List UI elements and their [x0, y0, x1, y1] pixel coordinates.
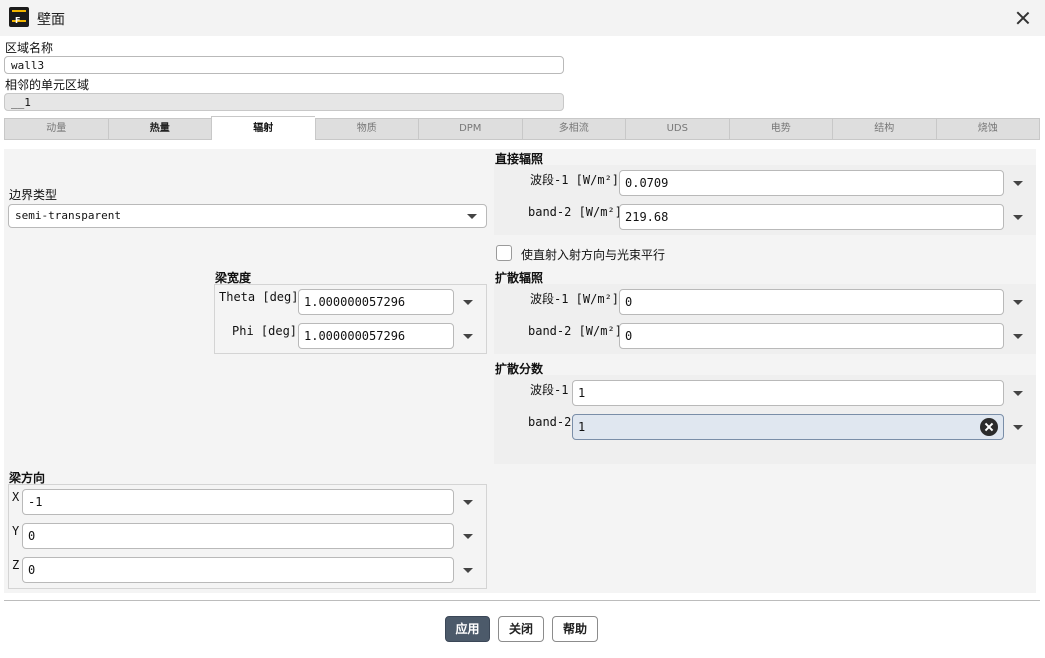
fraction-band1-input[interactable]: 1 [572, 380, 1004, 406]
x-dropdown-icon[interactable] [458, 492, 478, 512]
help-button[interactable]: 帮助 [552, 616, 598, 642]
app-logo-icon [9, 7, 29, 27]
theta-input[interactable]: 1.000000057296 [298, 289, 454, 315]
zone-name-input[interactable]: wall3 [4, 56, 564, 74]
fraction-band2-dropdown-icon[interactable] [1008, 417, 1028, 437]
adjacent-zone-field: __1 [4, 93, 564, 111]
chevron-down-icon[interactable] [462, 206, 482, 226]
phi-label: Phi [deg] [232, 324, 298, 338]
fraction-band2-value: 1 [578, 420, 586, 434]
tab-ablation[interactable]: 烧蚀 [935, 118, 1040, 140]
diffuse-band2-label: band-2 [W/m²] [528, 324, 622, 338]
fraction-band1-dropdown-icon[interactable] [1008, 383, 1028, 403]
tab-radiation[interactable]: 辐射 [211, 116, 315, 140]
zone-name-label: 区域名称 [5, 41, 54, 55]
boundary-type-select[interactable]: semi-transparent [8, 204, 487, 228]
window-title: 壁面 [37, 12, 65, 28]
phi-input[interactable]: 1.000000057296 [298, 323, 454, 349]
x-input[interactable]: -1 [22, 489, 454, 515]
parallel-beam-label: 使直射入射方向与光束平行 [521, 248, 666, 262]
tab-structure[interactable]: 结构 [832, 118, 936, 140]
diffuse-band2-dropdown-icon[interactable] [1008, 326, 1028, 346]
title-bar: 壁面 [0, 0, 1045, 36]
tab-dpm[interactable]: DPM [418, 118, 522, 140]
dialog-content: 区域名称 wall3 相邻的单元区域 __1 动量 热量 辐射 物质 DPM 多… [0, 36, 1045, 658]
phi-dropdown-icon[interactable] [458, 326, 478, 346]
theta-dropdown-icon[interactable] [458, 292, 478, 312]
y-label: Y [12, 524, 20, 538]
z-input[interactable]: 0 [22, 557, 454, 583]
direct-band2-label: band-2 [W/m²] [528, 205, 622, 219]
footer-divider [4, 600, 1040, 601]
fraction-band2-input[interactable]: 1 [572, 414, 1004, 440]
theta-label: Theta [deg] [219, 290, 299, 304]
diffuse-band1-input[interactable]: 0 [619, 289, 1004, 315]
direct-band1-dropdown-icon[interactable] [1008, 173, 1028, 193]
tab-species[interactable]: 物质 [314, 118, 418, 140]
x-label: X [12, 490, 20, 504]
tab-uds[interactable]: UDS [625, 118, 729, 140]
adjacent-zone-label: 相邻的单元区域 [5, 78, 90, 92]
direct-band2-dropdown-icon[interactable] [1008, 207, 1028, 227]
tab-thermal[interactable]: 热量 [107, 118, 211, 140]
apply-button[interactable]: 应用 [445, 616, 490, 642]
parallel-beam-checkbox[interactable] [496, 245, 512, 261]
boundary-type-label: 边界类型 [9, 188, 58, 202]
direct-band2-input[interactable]: 219.68 [619, 204, 1004, 230]
tab-momentum[interactable]: 动量 [4, 118, 108, 140]
direct-band1-input[interactable]: 0.0709 [619, 170, 1004, 196]
diffuse-band1-dropdown-icon[interactable] [1008, 292, 1028, 312]
fraction-band2-label: band-2 [528, 415, 572, 429]
y-dropdown-icon[interactable] [458, 526, 478, 546]
y-input[interactable]: 0 [22, 523, 454, 549]
z-label: Z [12, 558, 20, 572]
direct-band1-label: 波段-1 [W/m²] [530, 173, 620, 187]
diffuse-band2-input[interactable]: 0 [619, 323, 1004, 349]
clear-icon[interactable] [980, 418, 998, 436]
tab-potential[interactable]: 电势 [728, 118, 832, 140]
diffuse-band1-label: 波段-1 [W/m²] [530, 292, 620, 306]
fraction-band1-label: 波段-1 [530, 383, 569, 397]
close-button[interactable]: 关闭 [498, 616, 544, 642]
tab-bar: 动量 热量 辐射 物质 DPM 多相流 UDS 电势 结构 烧蚀 [4, 116, 1040, 140]
close-window-icon[interactable] [1013, 8, 1033, 28]
boundary-type-value: semi-transparent [15, 209, 121, 222]
tab-multiphase[interactable]: 多相流 [521, 118, 625, 140]
z-dropdown-icon[interactable] [458, 560, 478, 580]
